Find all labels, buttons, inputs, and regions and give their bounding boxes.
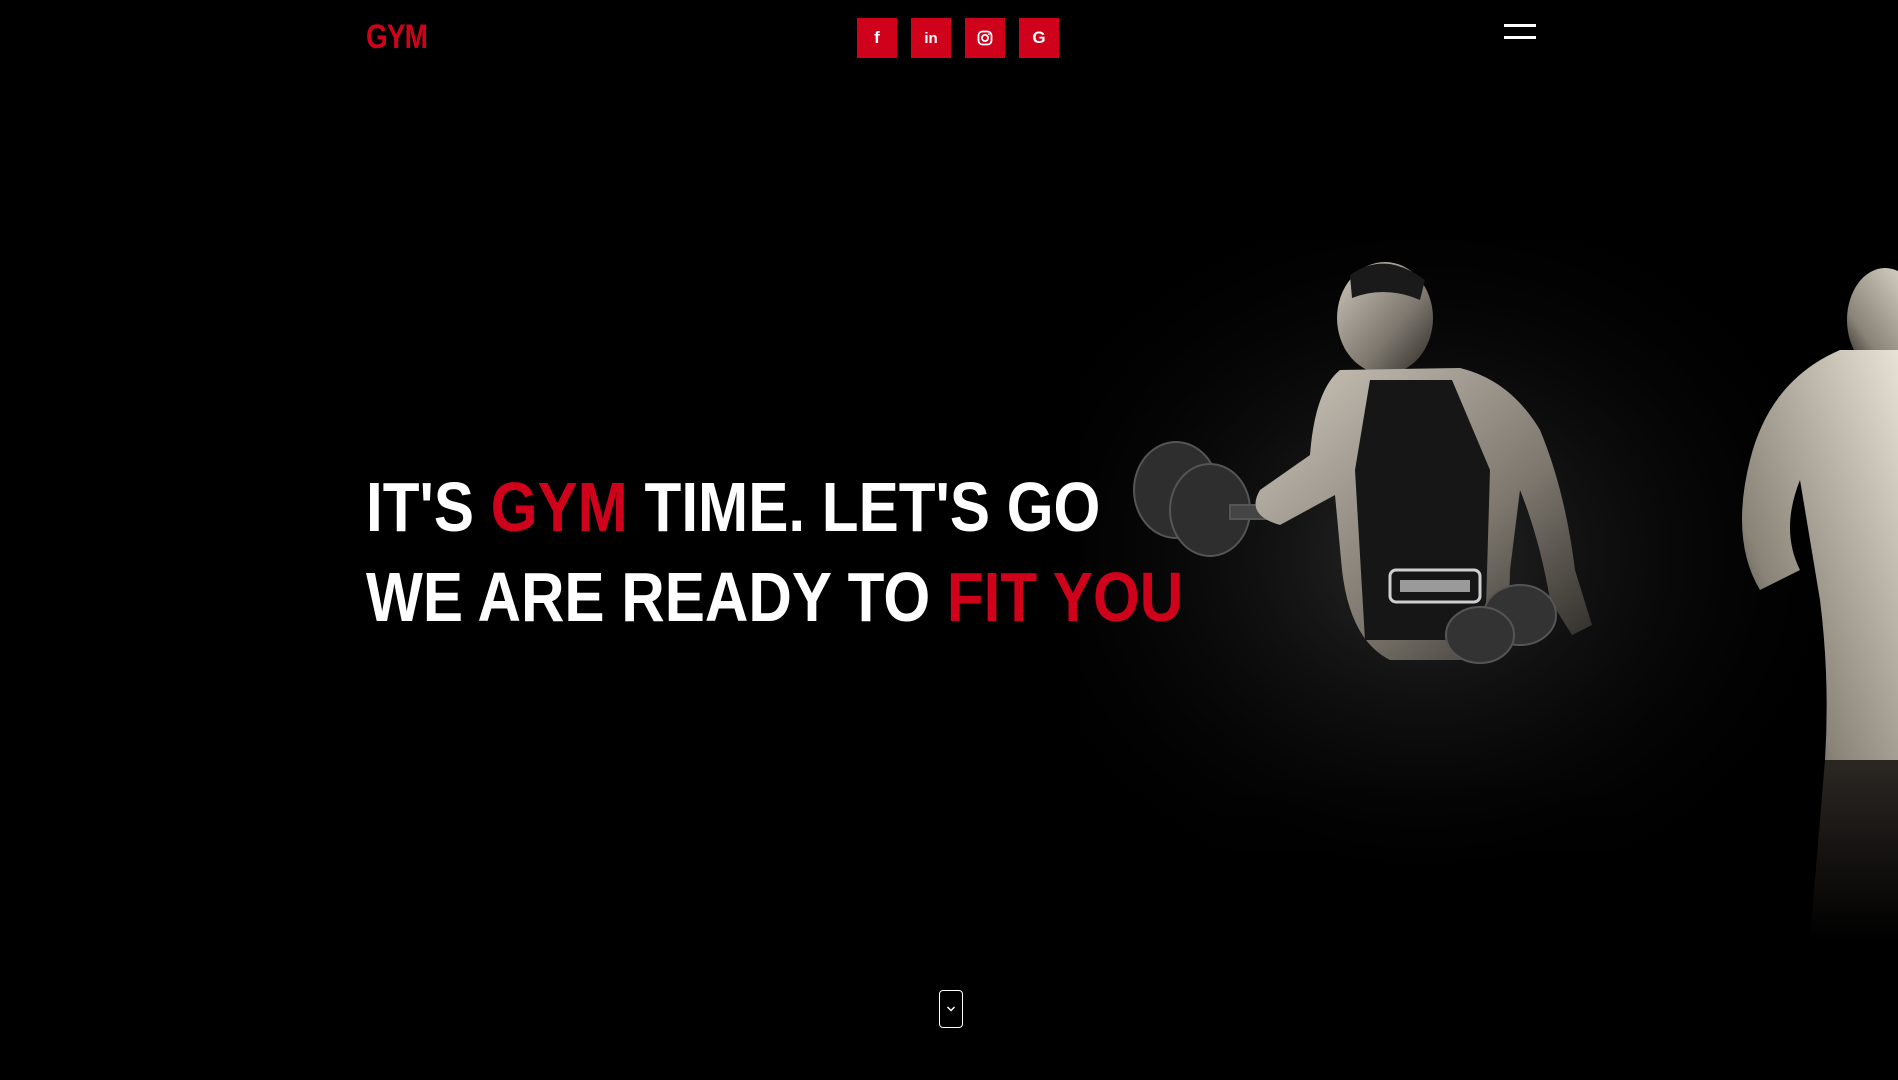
google-icon: G — [1032, 28, 1046, 47]
social-links: f in G — [857, 18, 1059, 58]
hero-line-1-text-end: TIME. LET'S GO — [627, 468, 1101, 546]
menu-button[interactable] — [1504, 24, 1536, 44]
hero-line-1-text: IT'S — [366, 468, 491, 546]
instagram-icon — [977, 30, 993, 46]
linkedin-icon: in — [924, 29, 938, 47]
hero-line-2: WE ARE READY TO FIT YOU — [366, 558, 1183, 636]
chevron-down-icon — [946, 1006, 956, 1012]
instagram-button[interactable] — [965, 18, 1005, 58]
linkedin-button[interactable]: in — [911, 18, 951, 58]
hamburger-menu-icon-line — [1504, 24, 1536, 27]
hero-line-1: IT'S GYM TIME. LET'S GO — [366, 468, 1100, 546]
scroll-down-button[interactable] — [939, 990, 963, 1028]
logo[interactable]: GYM — [366, 18, 428, 57]
facebook-button[interactable]: f — [857, 18, 897, 58]
hero-line-2-highlight: FIT YOU — [946, 558, 1184, 636]
hero-line-2-text: WE ARE READY TO — [366, 558, 947, 636]
hamburger-menu-icon-line — [1504, 36, 1536, 39]
hero-athletes-image — [1080, 240, 1898, 940]
facebook-icon: f — [874, 28, 880, 47]
hero-line-1-highlight: GYM — [490, 468, 628, 546]
hero-headline: IT'S GYM TIME. LET'S GO WE ARE READY TO … — [366, 462, 1183, 642]
google-button[interactable]: G — [1019, 18, 1059, 58]
